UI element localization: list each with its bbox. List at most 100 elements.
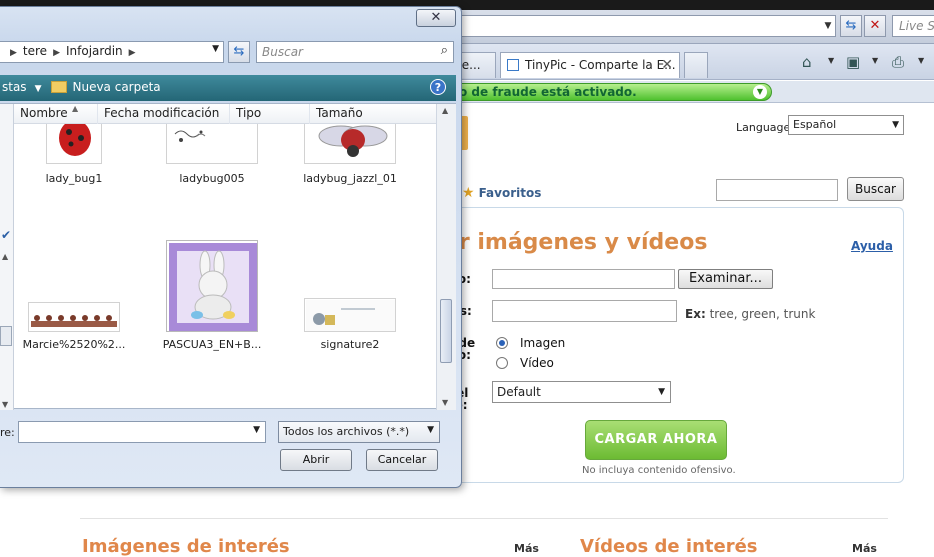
stop-icon[interactable]: ✕ [864,15,886,37]
tab-close-icon[interactable]: ✕ [661,53,673,77]
file-thumbnail[interactable] [166,124,258,164]
site-search-input[interactable] [716,179,838,201]
star-icon: ★ [462,185,475,201]
section-images-more-link[interactable]: Más [514,542,539,555]
sort-ascending-icon: ▲ [72,104,79,113]
file-thumbnail[interactable] [304,124,396,164]
feeds-icon[interactable]: ▣ [846,53,860,71]
views-menu-label[interactable]: stas [2,80,27,94]
breadcrumb-chevron-icon: ▶ [53,48,60,58]
live-search-input[interactable]: Live S [892,15,934,37]
navigation-pane[interactable]: ✔ ▲ ▼ [0,104,14,410]
signature-image-icon [306,300,395,331]
refresh-icon[interactable]: ⇆ [228,41,250,63]
scroll-up-icon[interactable]: ▲ [442,106,448,115]
nav-scrollbar-thumb[interactable] [0,326,12,346]
tags-hint: Ex: tree, green, trunk [685,307,815,321]
phishing-filter-status[interactable]: o de fraude está activado. ▼ [440,83,772,101]
home-dropdown-icon[interactable]: ▼ [828,56,834,65]
views-dropdown-icon[interactable]: ▼ [35,84,42,94]
refresh-icon[interactable]: ⇆ [840,15,862,37]
site-search-button[interactable]: Buscar [847,177,904,201]
chevron-down-icon: ▼ [892,120,899,130]
file-thumbnail[interactable] [166,240,258,332]
tab-new[interactable] [684,52,708,78]
column-type[interactable]: Tipo [230,104,310,124]
breadcrumb[interactable]: ▶ tere ▶ Infojardin ▶ ▼ [0,41,224,63]
favorites-link[interactable]: ★ Favoritos [462,185,541,201]
file-thumbnail[interactable] [46,124,102,164]
tags-hint-text: tree, green, trunk [709,307,816,321]
breadcrumb-item-tere[interactable]: tere [23,44,47,58]
breadcrumb-chevron-icon: ▶ [128,48,136,58]
browse-button[interactable]: Examinar... [678,269,773,289]
easter-bunny-image-icon [169,243,257,331]
help-icon[interactable]: ? [430,79,446,95]
size-value: Default [497,385,541,399]
section-images-title: Imágenes de interés [82,536,290,557]
language-value: Español [793,118,837,131]
tags-input[interactable] [492,300,677,322]
radio-image[interactable] [496,337,508,349]
dialog-search-placeholder: Buscar [262,45,303,59]
upload-note: No incluya contenido ofensivo. [582,465,736,476]
size-select[interactable]: Default ▼ [492,381,671,403]
help-link[interactable]: Ayuda [851,239,893,253]
url-input[interactable] [440,15,836,37]
ladybug-jazz-image-icon [318,125,388,157]
breadcrumb-item-infojardin[interactable]: Infojardin [66,44,123,58]
open-button[interactable]: Abrir [280,449,352,471]
scroll-up-icon[interactable]: ▲ [2,252,8,261]
print-dropdown-icon[interactable]: ▼ [918,56,924,65]
close-icon[interactable]: ✕ [416,9,456,27]
file-name[interactable]: Marcie%2520%2... [14,338,134,351]
print-icon[interactable]: ⎙ [892,53,904,71]
scroll-down-icon[interactable]: ▼ [2,400,8,409]
language-select[interactable]: Español ▼ [788,115,904,135]
file-list: ✔ ▲ ▼ ▲ Nombre Fecha modificación Tipo Ta… [0,103,456,410]
upload-now-button[interactable]: CARGAR AHORA [585,420,727,460]
tab-tinypic[interactable]: TinyPic - Comparte la E... ✕ [500,52,680,78]
phishing-filter-text: o de fraude está activado. [459,85,637,99]
tab-favicon-icon [507,59,519,71]
feeds-dropdown-icon[interactable]: ▼ [872,56,878,65]
filename-input[interactable]: ▼ [18,421,266,443]
language-label: Language: [736,121,794,134]
tags-hint-prefix: Ex: [685,307,706,321]
file-thumbnail[interactable] [28,302,120,332]
phishing-dropdown-icon[interactable]: ▼ [753,85,767,99]
scrollbar-thumb[interactable] [440,299,452,363]
file-name[interactable]: ladybug_jazzl_01 [290,172,410,185]
search-icon: ⌕ [440,43,448,58]
file-name[interactable]: PASCUA3_EN+B... [152,338,272,351]
breadcrumb-dropdown-icon[interactable]: ▼ [212,44,219,54]
favorites-label: Favoritos [478,186,542,200]
filename-label: re: [0,426,15,439]
dialog-search-input[interactable]: Buscar ⌕ [256,41,454,63]
upload-panel-title: ar imágenes y vídeos [444,230,708,255]
column-size[interactable]: Tamaño [310,104,436,124]
filetype-select[interactable]: Todos los archivos (*.*) ▼ [278,421,440,443]
file-name[interactable]: signature2 [290,338,410,351]
file-list-scrollbar[interactable]: ▲ ▼ [436,104,456,410]
radio-video[interactable] [496,357,508,369]
section-videos-more-link[interactable]: Más [852,542,877,555]
home-icon[interactable]: ⌂ [802,53,812,71]
check-icon: ✔ [1,228,12,242]
scroll-down-icon[interactable]: ▼ [442,398,448,407]
ants-banner-image-icon [31,315,117,327]
file-name[interactable]: ladybug005 [152,172,272,185]
column-date[interactable]: Fecha modificación [98,104,230,124]
radio-image-label: Imagen [520,336,566,350]
file-thumbnail[interactable] [304,298,396,332]
cancel-button[interactable]: Cancelar [366,449,438,471]
new-folder-button[interactable]: Nueva carpeta [72,80,160,94]
chevron-down-icon[interactable]: ▼ [253,425,260,435]
column-name[interactable]: ▲ Nombre [14,104,98,124]
column-header: ▲ Nombre Fecha modificación Tipo Tamaño [14,104,436,124]
url-dropdown-icon[interactable]: ▼ [822,17,834,35]
file-name[interactable]: lady_bug1 [14,172,134,185]
section-divider [80,518,888,519]
file-path-input[interactable] [492,269,675,289]
ladybug-sketch-image-icon [174,130,206,142]
